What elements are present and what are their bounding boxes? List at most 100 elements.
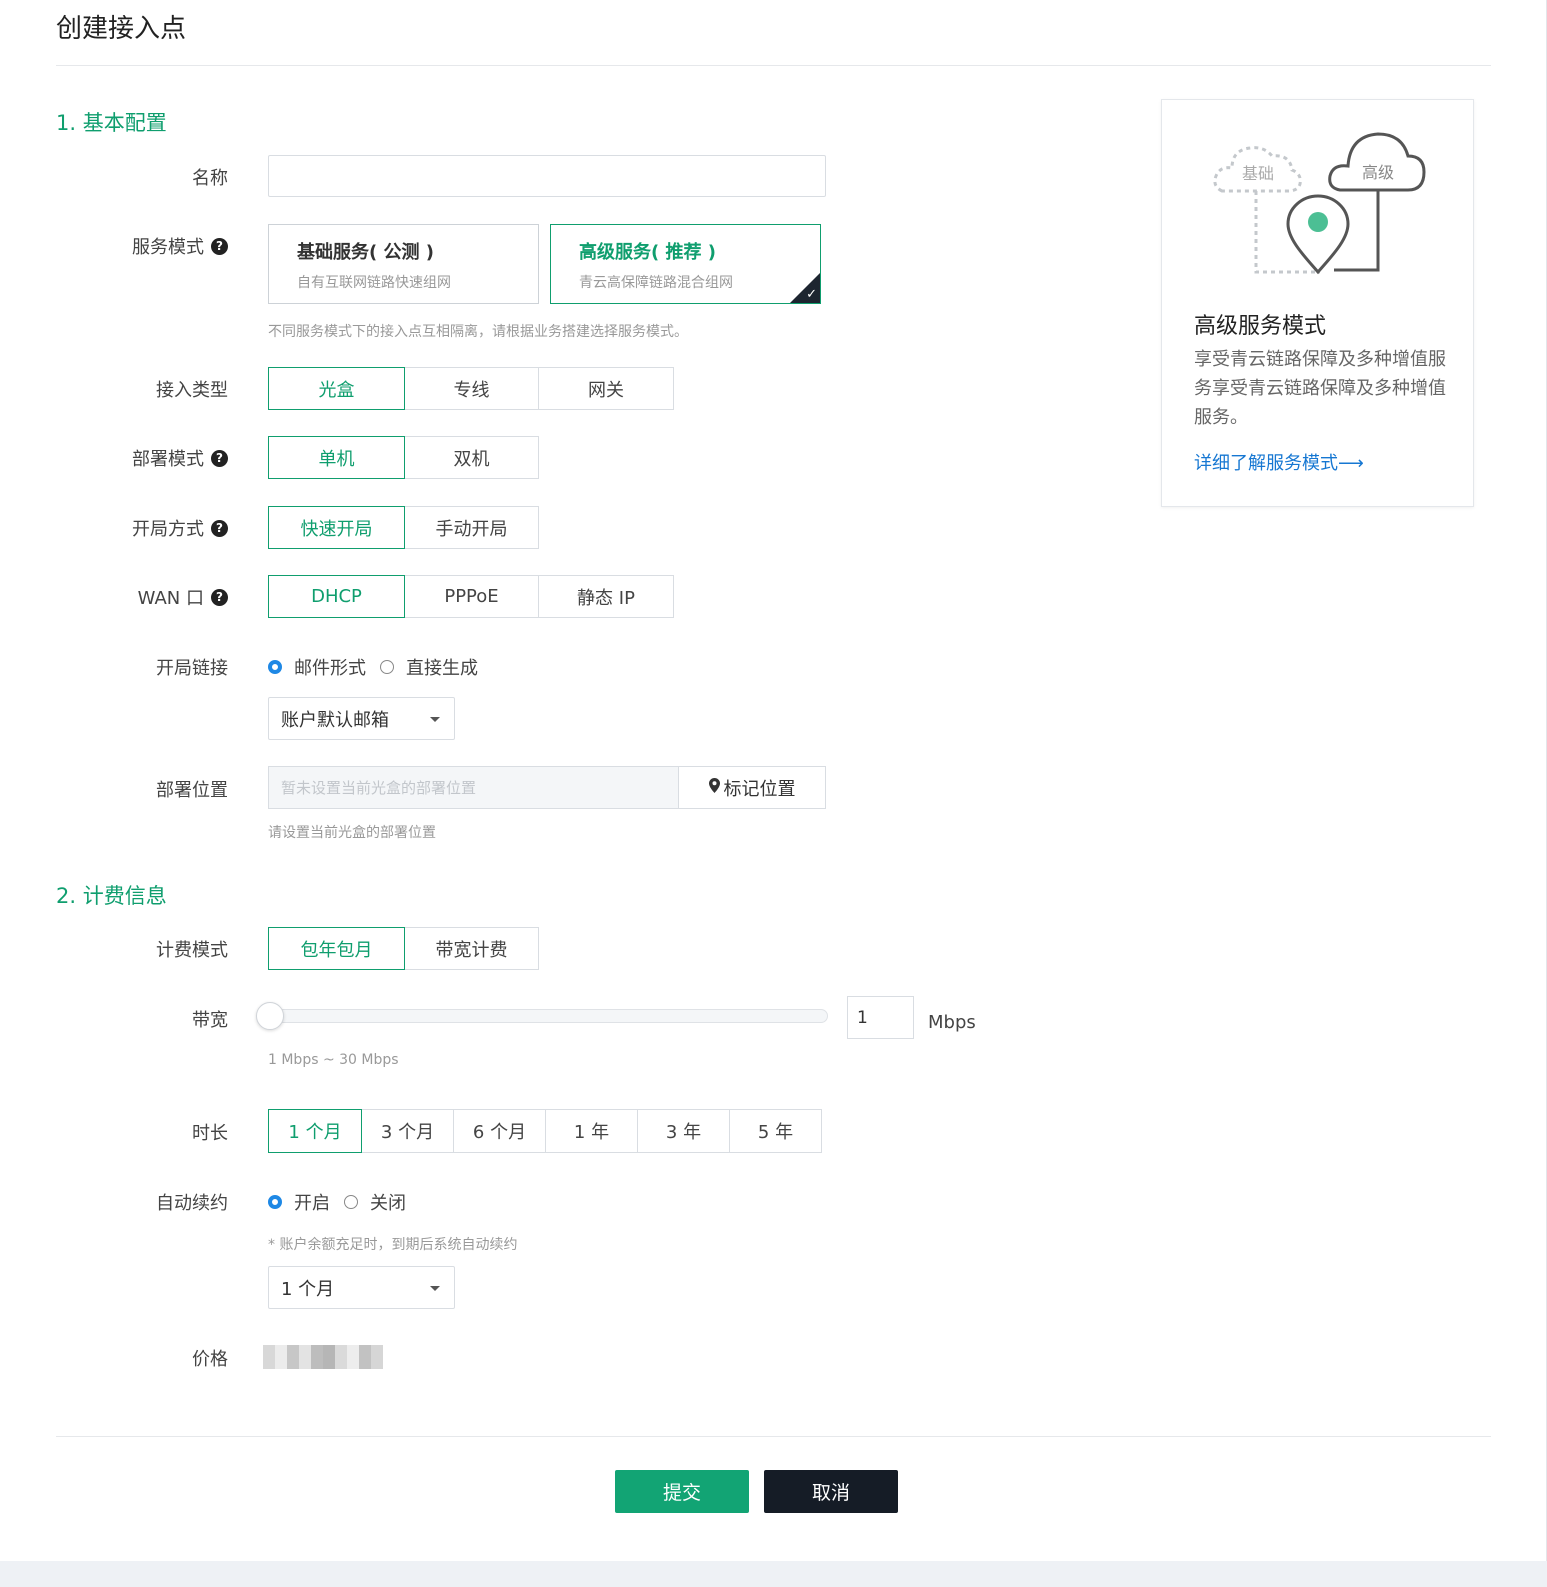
duration-6-months[interactable]: 6 个月 xyxy=(453,1109,546,1153)
bandwidth-label: 带宽 xyxy=(192,1010,228,1031)
open-link-direct-option[interactable]: 直接生成 xyxy=(380,654,478,680)
email-select-value: 账户默认邮箱 xyxy=(281,709,389,731)
service-mode-advanced-card[interactable]: 高级服务( 推荐 ) 青云高保障链路混合组网 ✓ xyxy=(550,224,821,304)
name-input[interactable] xyxy=(268,155,826,197)
duration-5-years[interactable]: 5 年 xyxy=(729,1109,822,1153)
open-method-label: 开局方式 ? xyxy=(132,515,228,541)
service-mode-advanced-title: 高级服务( 推荐 ) xyxy=(579,242,716,263)
illustration-label-advanced: 高级 xyxy=(1362,163,1394,182)
section-billing-title: 2. 计费信息 xyxy=(56,884,167,908)
caret-down-icon xyxy=(430,716,440,722)
open-method-label-text: 开局方式 xyxy=(132,519,204,540)
name-label: 名称 xyxy=(192,168,228,189)
radio-unchecked[interactable] xyxy=(344,1195,358,1209)
duration-group: 1 个月 3 个月 6 个月 1 年 3 年 5 年 xyxy=(268,1109,822,1153)
bottom-divider xyxy=(56,1436,1491,1437)
location-input[interactable]: 暂未设置当前光盒的部署位置 xyxy=(268,766,679,809)
caret-down-icon xyxy=(430,1285,440,1291)
duration-3-months[interactable]: 3 个月 xyxy=(361,1109,454,1153)
help-icon[interactable]: ? xyxy=(211,588,228,606)
price-label: 价格 xyxy=(192,1349,228,1370)
deploy-mode-label-text: 部署模式 xyxy=(132,449,204,470)
help-icon[interactable]: ? xyxy=(211,449,228,467)
page-title: 创建接入点 xyxy=(56,14,187,44)
open-method-manual[interactable]: 手动开局 xyxy=(404,506,539,549)
price-value-blurred xyxy=(263,1345,383,1369)
deploy-mode-single[interactable]: 单机 xyxy=(268,436,405,479)
duration-3-years[interactable]: 3 年 xyxy=(637,1109,730,1153)
help-icon[interactable]: ? xyxy=(211,237,228,255)
service-mode-advanced-subtitle: 青云高保障链路混合组网 xyxy=(579,275,733,291)
renew-period-value: 1 个月 xyxy=(281,1278,335,1300)
radio-checked[interactable] xyxy=(268,1195,282,1209)
bandwidth-slider-handle[interactable] xyxy=(256,1002,284,1030)
info-card-title: 高级服务模式 xyxy=(1194,314,1327,339)
open-link-email-label: 邮件形式 xyxy=(294,658,366,679)
service-mode-label: 服务模式 ? xyxy=(132,233,228,259)
section-basic-title: 1. 基本配置 xyxy=(56,111,167,135)
billing-mode-label: 计费模式 xyxy=(156,940,228,961)
bandwidth-range-hint: 1 Mbps ~ 30 Mbps xyxy=(268,1052,399,1068)
duration-1-month[interactable]: 1 个月 xyxy=(268,1109,362,1153)
access-type-group: 光盒 专线 网关 xyxy=(268,367,674,410)
location-hint: 请设置当前光盒的部署位置 xyxy=(268,825,436,841)
access-type-gateway[interactable]: 网关 xyxy=(538,367,674,410)
radio-unchecked[interactable] xyxy=(380,660,394,674)
mark-location-button[interactable]: 标记位置 xyxy=(678,766,826,809)
submit-button[interactable]: 提交 xyxy=(615,1470,749,1513)
info-card-description: 享受青云链路保障及多种增值服务享受青云链路保障及多种增值服务。 xyxy=(1194,349,1446,428)
service-mode-basic-card[interactable]: 基础服务( 公测 ) 自有互联网链路快速组网 xyxy=(268,224,539,304)
service-mode-basic-subtitle: 自有互联网链路快速组网 xyxy=(297,275,451,291)
duration-label: 时长 xyxy=(192,1123,228,1144)
top-divider xyxy=(56,65,1491,66)
help-icon[interactable]: ? xyxy=(211,519,228,537)
wan-mode-static-ip[interactable]: 静态 IP xyxy=(538,575,674,618)
auto-renew-on-label: 开启 xyxy=(294,1193,330,1214)
bandwidth-slider-track[interactable] xyxy=(268,1009,828,1023)
billing-mode-bandwidth[interactable]: 带宽计费 xyxy=(404,927,539,970)
cloud-location-illustration: 基础 高级 xyxy=(1213,132,1426,275)
wan-mode-dhcp[interactable]: DHCP xyxy=(268,575,405,618)
mark-location-label: 标记位置 xyxy=(723,778,796,800)
cancel-button[interactable]: 取消 xyxy=(764,1470,898,1513)
radio-checked[interactable] xyxy=(268,660,282,674)
open-link-label: 开局链接 xyxy=(156,658,228,679)
wan-mode-pppoe[interactable]: PPPoE xyxy=(404,575,539,618)
bandwidth-input[interactable]: 1 xyxy=(847,996,914,1039)
open-method-group: 快速开局 手动开局 xyxy=(268,506,539,549)
create-access-point-page: 创建接入点 1. 基本配置 名称 服务模式 ? 基础服务( 公测 ) 自有互联网… xyxy=(0,0,1547,1561)
bandwidth-unit: Mbps xyxy=(928,1012,976,1033)
learn-more-link[interactable]: 详细了解服务模式⟶ xyxy=(1194,449,1364,475)
auto-renew-on-option[interactable]: 开启 xyxy=(268,1189,330,1215)
service-mode-hint: 不同服务模式下的接入点互相隔离，请根据业务搭建选择服务模式。 xyxy=(268,324,688,340)
open-method-quick[interactable]: 快速开局 xyxy=(268,506,405,549)
open-link-email-option[interactable]: 邮件形式 xyxy=(268,654,366,680)
map-pin-icon xyxy=(708,777,720,798)
illustration-label-basic: 基础 xyxy=(1242,164,1274,183)
deploy-mode-dual[interactable]: 双机 xyxy=(404,436,539,479)
open-link-direct-label: 直接生成 xyxy=(406,658,478,679)
deploy-mode-label: 部署模式 ? xyxy=(132,445,228,471)
open-link-radio-group: 邮件形式 直接生成 xyxy=(268,654,492,680)
auto-renew-off-option[interactable]: 关闭 xyxy=(344,1189,406,1215)
auto-renew-label: 自动续约 xyxy=(156,1193,228,1214)
wan-mode-group: DHCP PPPoE 静态 IP xyxy=(268,575,674,618)
billing-mode-prepaid[interactable]: 包年包月 xyxy=(268,927,405,970)
access-type-label: 接入类型 xyxy=(156,380,228,401)
email-select[interactable]: 账户默认邮箱 xyxy=(268,697,455,740)
auto-renew-radio-group: 开启 关闭 xyxy=(268,1189,420,1215)
check-icon: ✓ xyxy=(806,287,817,302)
service-mode-basic-title: 基础服务( 公测 ) xyxy=(297,242,434,263)
service-mode-info-card: 基础 高级 高级服务模式 享受青云链路保障及多种增值服务享受青云链路保障及多种增… xyxy=(1161,99,1474,507)
auto-renew-off-label: 关闭 xyxy=(370,1193,406,1214)
wan-label: WAN 口 ? xyxy=(138,584,228,610)
access-type-leased-line[interactable]: 专线 xyxy=(404,367,539,410)
service-mode-label-text: 服务模式 xyxy=(132,237,204,258)
deploy-mode-group: 单机 双机 xyxy=(268,436,539,479)
billing-mode-group: 包年包月 带宽计费 xyxy=(268,927,539,970)
duration-1-year[interactable]: 1 年 xyxy=(545,1109,638,1153)
renew-period-select[interactable]: 1 个月 xyxy=(268,1266,455,1309)
auto-renew-hint: * 账户余额充足时，到期后系统自动续约 xyxy=(268,1237,518,1253)
location-label: 部署位置 xyxy=(156,780,228,801)
access-type-optical-box[interactable]: 光盒 xyxy=(268,367,405,410)
